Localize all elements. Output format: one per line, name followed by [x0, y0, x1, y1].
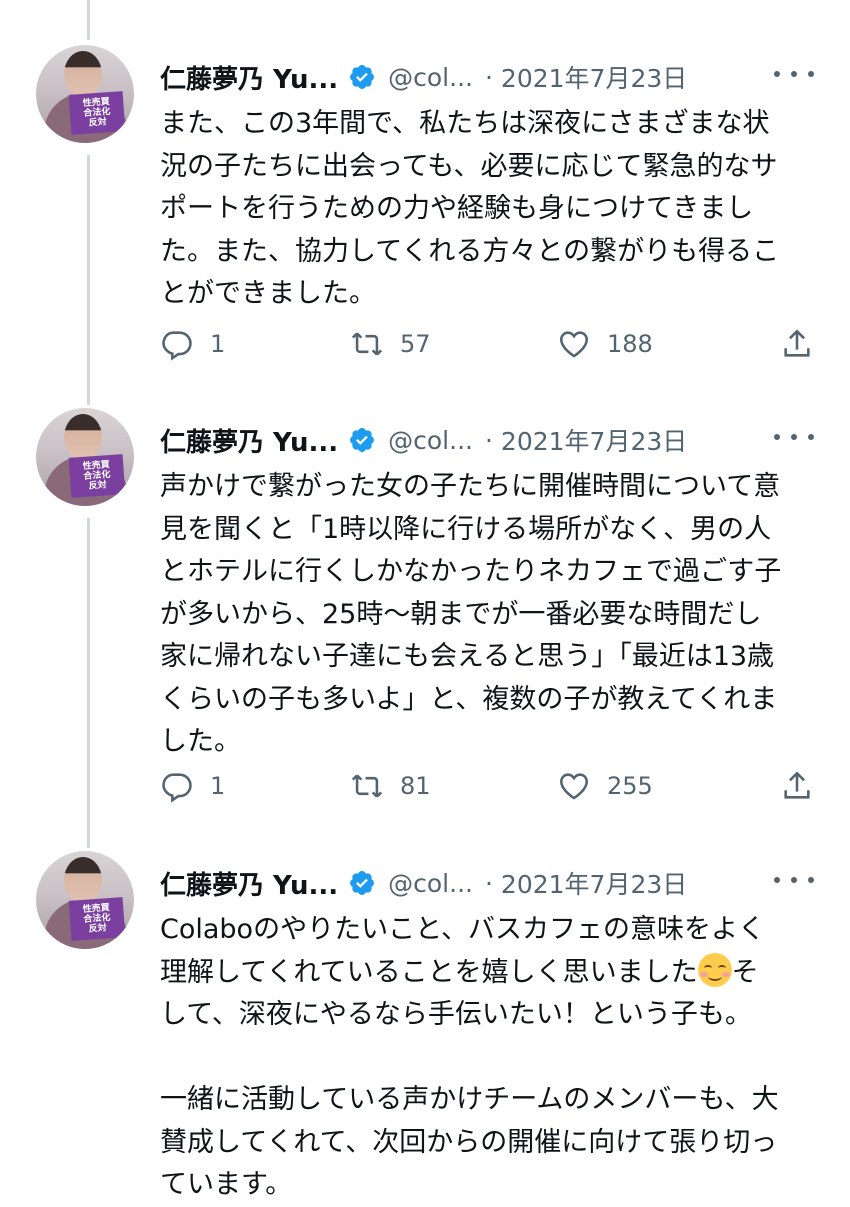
retweet-button[interactable]: 81	[350, 764, 431, 808]
separator: ·	[484, 868, 493, 898]
share-button[interactable]	[780, 764, 830, 808]
tweet-header: 仁藤夢乃 Yu... @col... · 2021年7月23日	[160, 861, 687, 905]
separator: ·	[484, 62, 493, 92]
tweet-text-rest: して、深夜にやるなら手伝いたい！という子も。 一緒に活動している声かけチームのメ…	[160, 999, 779, 1200]
tweet-date[interactable]: 2021年7月23日	[501, 422, 687, 458]
more-options-icon[interactable]	[774, 422, 814, 452]
tweet-header: 仁藤夢乃 Yu... @col... · 2021年7月23日	[160, 55, 687, 99]
separator: ·	[484, 425, 493, 455]
smiling-face-emoji-icon	[697, 952, 732, 987]
retweet-icon	[351, 332, 383, 356]
tweet-text: また、この3年間で、私たちは深夜にさまざまな状 況の子たちに出会っても、必要に応…	[160, 108, 780, 309]
heart-icon	[559, 773, 589, 800]
like-count: 188	[607, 330, 653, 358]
verified-badge-icon	[350, 428, 375, 452]
tweet-text-line: Colaboのやりたいこと、バスカフェの意味をよく	[160, 914, 765, 945]
retweet-icon	[351, 774, 383, 798]
thread-line	[87, 0, 90, 40]
avatar[interactable]: 性売買 合法化 反対	[36, 408, 134, 506]
reply-button[interactable]: 1	[160, 764, 225, 808]
avatar[interactable]: 性売買 合法化 反対	[36, 851, 134, 949]
share-icon	[784, 771, 810, 799]
heart-icon	[559, 331, 589, 358]
reply-count: 1	[210, 772, 226, 800]
tweet-date[interactable]: 2021年7月23日	[501, 865, 687, 901]
retweet-button[interactable]: 57	[350, 322, 431, 366]
like-button[interactable]: 255	[557, 764, 653, 808]
like-button[interactable]: 188	[557, 322, 653, 366]
author-handle[interactable]: @col...	[388, 63, 473, 92]
retweet-count: 57	[400, 330, 431, 358]
tweet-text-line: 理解してくれていることを嬉しく思いました	[160, 956, 698, 988]
tweet-actions: 1 57 188	[160, 322, 815, 366]
author-handle[interactable]: @col...	[388, 869, 473, 898]
reply-icon	[162, 331, 192, 361]
verified-badge-icon	[350, 871, 375, 895]
tweet-text: 声かけで繋がった女の子たちに開催時間について意 見を聞くと「1時以降に行ける場所…	[160, 471, 782, 757]
tweet-text-line: そ	[731, 956, 759, 988]
reply-icon	[162, 773, 192, 803]
retweet-count: 81	[400, 772, 431, 800]
author-name[interactable]: 仁藤夢乃 Yu...	[160, 865, 338, 902]
tweet-text: Colaboのやりたいこと、バスカフェの意味をよく 理解してくれていることを嬉し…	[160, 909, 820, 1207]
author-name[interactable]: 仁藤夢乃 Yu...	[160, 59, 338, 96]
reply-count: 1	[210, 330, 226, 358]
like-count: 255	[607, 772, 653, 800]
share-button[interactable]	[780, 322, 830, 366]
avatar[interactable]: 性売買 合法化 反対	[36, 45, 134, 143]
tweet-header: 仁藤夢乃 Yu... @col... · 2021年7月23日	[160, 418, 687, 462]
tweet[interactable]: 性売買 合法化 反対 仁藤夢乃 Yu... @col... · 2021年7月23日…	[0, 851, 850, 1200]
more-options-icon[interactable]	[774, 865, 814, 895]
tweet-date[interactable]: 2021年7月23日	[501, 59, 687, 95]
tweet[interactable]: 性売買 合法化 反対 仁藤夢乃 Yu... @col... · 2021年7月23日…	[0, 408, 850, 828]
verified-badge-icon	[350, 65, 375, 89]
tweet-actions: 1 81 255	[160, 764, 815, 808]
author-name[interactable]: 仁藤夢乃 Yu...	[160, 422, 338, 459]
share-icon	[784, 329, 810, 357]
reply-button[interactable]: 1	[160, 322, 225, 366]
tweet[interactable]: 性売買 合法化 反対 仁藤夢乃 Yu... @col... · 2021年7月23日…	[0, 45, 850, 375]
author-handle[interactable]: @col...	[388, 426, 473, 455]
more-options-icon[interactable]	[774, 59, 814, 89]
